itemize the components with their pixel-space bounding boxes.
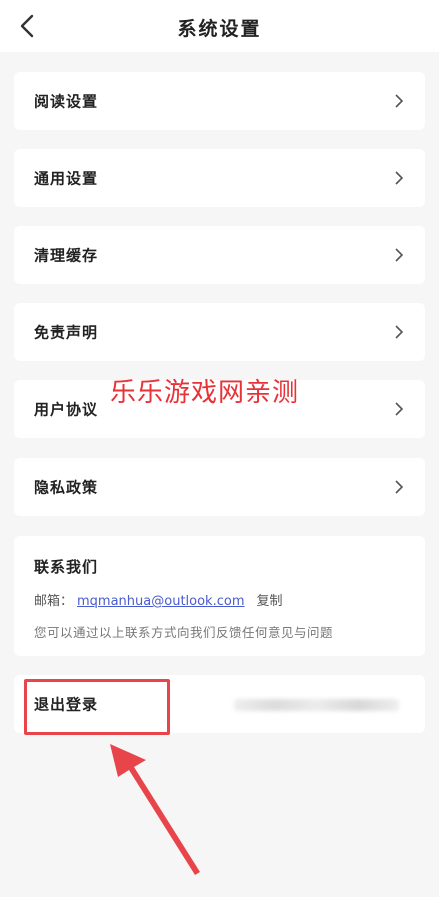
menu-item-general-settings[interactable]: 通用设置 [14, 149, 425, 207]
menu-item-privacy-policy[interactable]: 隐私政策 [14, 458, 425, 516]
menu-item-label: 免责声明 [34, 323, 99, 342]
menu-item-reading-settings[interactable]: 阅读设置 [14, 72, 425, 130]
menu-item-clear-cache[interactable]: 清理缓存 [14, 226, 425, 284]
menu-item-label: 阅读设置 [34, 92, 99, 111]
logout-label: 退出登录 [34, 695, 99, 714]
blurred-account-info [234, 699, 399, 711]
chevron-right-icon [395, 480, 404, 494]
chevron-right-icon [395, 94, 404, 108]
chevron-right-icon [395, 402, 404, 416]
logout-button[interactable]: 退出登录 [14, 675, 425, 733]
chevron-right-icon [395, 248, 404, 262]
email-row: 邮箱： mqmanhua@outlook.com 复制 [34, 590, 283, 609]
menu-item-label: 通用设置 [34, 169, 99, 188]
page-title: 系统设置 [177, 18, 262, 40]
contact-card: 联系我们 邮箱： mqmanhua@outlook.com 复制 您可以通过以上联系… [14, 536, 425, 656]
email-label: 邮箱： [34, 594, 74, 609]
contact-note: 您可以通过以上联系方式向我们反馈任何意见与问题 [34, 625, 334, 640]
top-bar: 系统设置 [0, 0, 439, 52]
annotation-arrow-icon [110, 744, 200, 875]
watermark-text: 乐乐游戏网亲测 [110, 378, 300, 408]
email-link[interactable]: mqmanhua@outlook.com [77, 594, 244, 609]
chevron-right-icon [395, 325, 404, 339]
chevron-right-icon [395, 171, 404, 185]
menu-item-label: 用户协议 [34, 400, 99, 419]
copy-button[interactable]: 复制 [256, 594, 282, 609]
menu-item-label: 清理缓存 [34, 246, 99, 265]
menu-item-disclaimer[interactable]: 免责声明 [14, 303, 425, 361]
contact-title: 联系我们 [34, 558, 99, 576]
menu-item-label: 隐私政策 [34, 478, 99, 497]
